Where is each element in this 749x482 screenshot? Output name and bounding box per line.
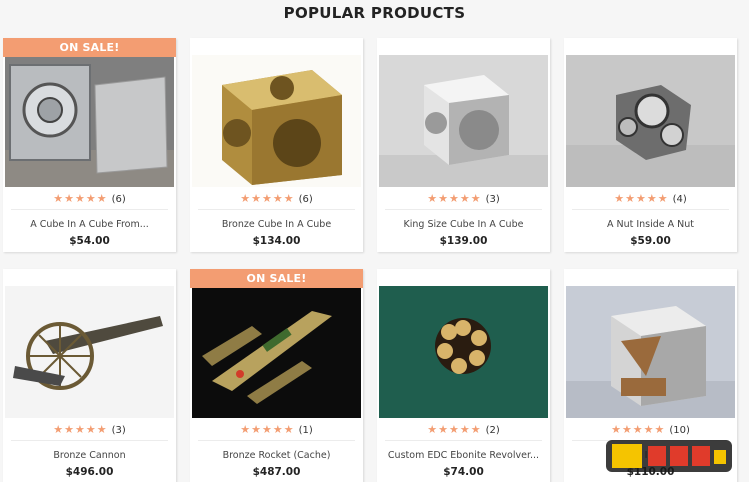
divider bbox=[11, 209, 168, 210]
product-rating: ★★★★★ (4) bbox=[564, 192, 737, 206]
product-name[interactable]: Bronze Rocket (Cache) bbox=[194, 449, 359, 463]
divider bbox=[198, 209, 355, 210]
rating-stars: ★★★★★ bbox=[240, 192, 295, 205]
product-rating: ★★★★★ (2) bbox=[377, 423, 550, 437]
product-card[interactable]: ★★★★★ (3) King Size Cube In A Cube $139.0… bbox=[377, 38, 550, 252]
product-image[interactable] bbox=[5, 286, 174, 418]
product-rating: ★★★★★ (3) bbox=[3, 423, 176, 437]
product-name[interactable]: A Cube In A Cube From... bbox=[7, 218, 172, 232]
product-rating: ★★★★★ (6) bbox=[190, 192, 363, 206]
review-count: (6) bbox=[298, 194, 313, 205]
product-rating: ★★★★★ (3) bbox=[377, 192, 550, 206]
product-image[interactable] bbox=[192, 55, 361, 187]
review-count: (3) bbox=[485, 194, 500, 205]
product-price: $487.00 bbox=[252, 466, 301, 478]
divider bbox=[11, 440, 168, 441]
review-count: (3) bbox=[111, 425, 126, 436]
product-rating: ★★★★★ (1) bbox=[190, 423, 363, 437]
product-name[interactable]: Bronze Cube In A Cube bbox=[194, 218, 359, 232]
product-name[interactable]: A Nut Inside A Nut bbox=[568, 218, 733, 232]
product-card[interactable]: ★★★★★ (6) Bronze Cube In A Cube $134.00 bbox=[190, 38, 363, 252]
divider bbox=[385, 209, 542, 210]
product-name[interactable]: Custom EDC Ebonite Revolver... bbox=[381, 449, 546, 463]
rating-stars: ★★★★★ bbox=[53, 423, 108, 436]
product-image[interactable] bbox=[566, 55, 735, 187]
section-title: POPULAR PRODUCTS bbox=[283, 4, 466, 22]
product-image[interactable] bbox=[192, 286, 361, 418]
product-card[interactable]: ★★★★★ (4) A Nut Inside A Nut $59.00 bbox=[564, 38, 737, 252]
product-name[interactable]: King Size Cube In A Cube bbox=[381, 218, 546, 232]
product-price: $74.00 bbox=[443, 466, 484, 478]
review-count: (6) bbox=[111, 194, 126, 205]
review-count: (10) bbox=[669, 425, 690, 436]
divider bbox=[198, 440, 355, 441]
rating-stars: ★★★★★ bbox=[53, 192, 108, 205]
product-name[interactable]: Bronze Cannon bbox=[7, 449, 172, 463]
product-image[interactable] bbox=[379, 286, 548, 418]
review-count: (2) bbox=[485, 425, 500, 436]
product-image[interactable] bbox=[5, 55, 174, 187]
divider bbox=[572, 209, 729, 210]
product-price: $496.00 bbox=[65, 466, 114, 478]
product-image[interactable] bbox=[566, 286, 735, 418]
product-card[interactable]: ★★★★★ (2) Custom EDC Ebonite Revolver... … bbox=[377, 269, 550, 482]
product-card[interactable]: ON SALE! ★★★★★ (6) A Cube In A Cube From.… bbox=[3, 38, 176, 252]
product-rating: ★★★★★ (10) bbox=[564, 423, 737, 437]
review-count: (4) bbox=[672, 194, 687, 205]
rating-stars: ★★★★★ bbox=[427, 192, 482, 205]
product-price: $134.00 bbox=[252, 235, 301, 247]
rating-stars: ★★★★★ bbox=[614, 192, 669, 205]
product-price: $54.00 bbox=[69, 235, 110, 247]
product-rating: ★★★★★ (6) bbox=[3, 192, 176, 206]
product-card[interactable]: ★★★★★ (3) Bronze Cannon $496.00 bbox=[3, 269, 176, 482]
rating-stars: ★★★★★ bbox=[240, 423, 295, 436]
review-count: (1) bbox=[298, 425, 313, 436]
watermark-logo bbox=[604, 436, 734, 476]
product-price: $139.00 bbox=[439, 235, 488, 247]
product-price: $59.00 bbox=[630, 235, 671, 247]
rating-stars: ★★★★★ bbox=[611, 423, 666, 436]
product-card[interactable]: ON SALE! ★★★★★ (1) Bronze Rocket (Cache) … bbox=[190, 269, 363, 482]
sale-badge: ON SALE! bbox=[190, 269, 363, 288]
rating-stars: ★★★★★ bbox=[427, 423, 482, 436]
product-image[interactable] bbox=[379, 55, 548, 187]
sale-badge: ON SALE! bbox=[3, 38, 176, 57]
divider bbox=[385, 440, 542, 441]
